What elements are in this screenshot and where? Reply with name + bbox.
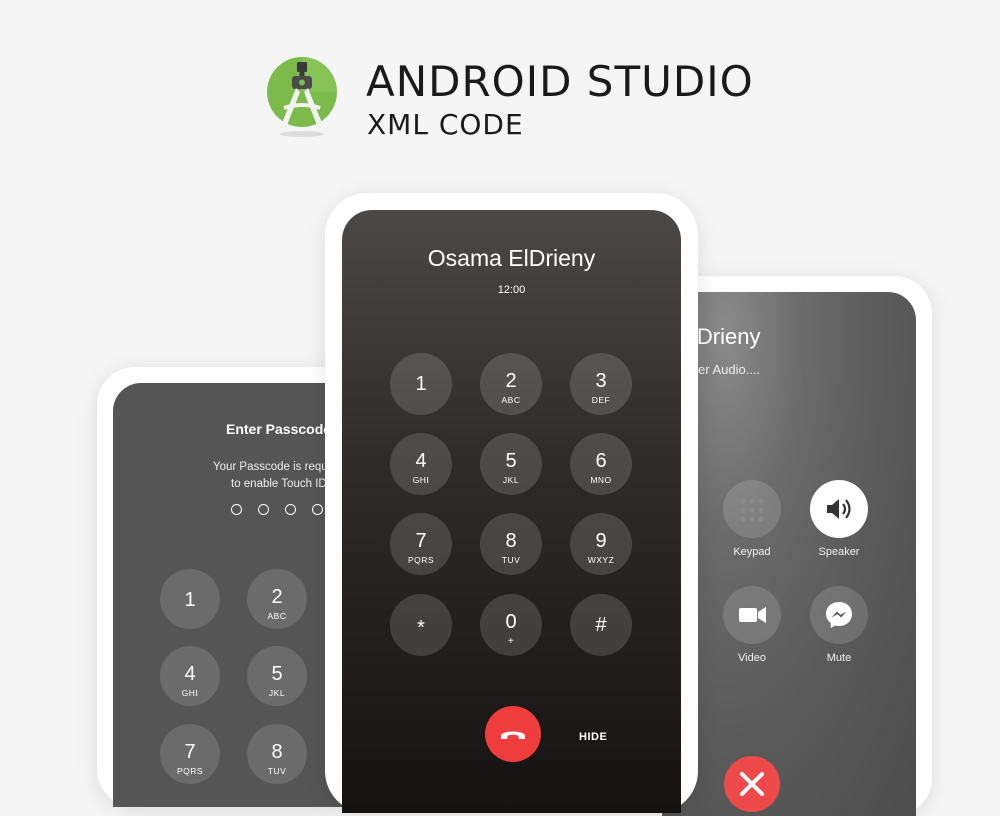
video-button[interactable]	[723, 586, 781, 644]
passcode-message-line2: to enable Touch ID	[231, 478, 327, 490]
dial-key-5[interactable]: 5 JKL	[480, 433, 542, 495]
dialer-screen: Osama ElDrieny 12:00 1 2 ABC 3 DEF 4 GHI…	[342, 210, 681, 813]
key-digit: 8	[271, 741, 283, 763]
passcode-key-1[interactable]: 1	[160, 569, 220, 629]
key-digit: 1	[415, 373, 427, 395]
speaker-icon	[827, 499, 851, 519]
passcode-dot	[312, 504, 323, 515]
passcode-title: Enter Passcode	[226, 421, 332, 437]
incall-caller-name: lDrieny	[692, 324, 761, 349]
dial-key-3[interactable]: 3 DEF	[570, 353, 632, 415]
android-studio-logo-icon	[267, 57, 337, 137]
dial-key-star[interactable]: *	[390, 594, 452, 656]
key-digit: 1	[184, 589, 196, 611]
key-digit: 2	[505, 370, 517, 392]
mute-button[interactable]	[810, 586, 868, 644]
passcode-key-5[interactable]: 5 JKL	[247, 646, 307, 706]
phone-hangup-icon	[501, 731, 525, 739]
passcode-key-2[interactable]: 2 ABC	[247, 569, 307, 629]
key-digit: *	[417, 617, 425, 639]
key-letters: +	[507, 636, 515, 647]
keypad-label: Keypad	[733, 546, 771, 558]
dial-key-1[interactable]: 1	[390, 353, 452, 415]
passcode-message-line1: Your Passcode is requi	[213, 461, 331, 473]
phone-passcode: Enter Passcode Your Passcode is requi to…	[97, 367, 357, 807]
dial-key-7[interactable]: 7 PQRS	[390, 513, 452, 575]
key-digit: 7	[415, 530, 427, 552]
speaker-button[interactable]	[810, 480, 868, 538]
key-digit: 8	[505, 530, 517, 552]
close-icon	[740, 772, 764, 796]
dial-key-4[interactable]: 4 GHI	[390, 433, 452, 495]
key-letters: DEF	[591, 395, 611, 405]
key-digit: 5	[271, 663, 283, 685]
incall-status: er Audio....	[698, 362, 761, 377]
key-letters: WXYZ	[587, 555, 615, 565]
mute-label: Mute	[826, 652, 852, 664]
keypad-icon	[740, 498, 764, 522]
video-label: Video	[738, 652, 766, 664]
key-digit: 0	[505, 611, 517, 633]
messenger-icon	[826, 602, 852, 628]
key-digit: 9	[595, 530, 607, 552]
phone-incall: lDrieny er Audio.... Keypad Speaker Vide…	[662, 276, 932, 816]
passcode-dot	[258, 504, 269, 515]
dialer-call-time: 12:00	[497, 284, 526, 296]
dial-key-6[interactable]: 6 MNO	[570, 433, 632, 495]
key-digit: 7	[184, 741, 196, 763]
passcode-key-8[interactable]: 8 TUV	[247, 724, 307, 784]
key-digit: 4	[184, 663, 196, 685]
key-letters: JKL	[268, 688, 286, 698]
passcode-key-4[interactable]: 4 GHI	[160, 646, 220, 706]
dial-key-2[interactable]: 2 ABC	[480, 353, 542, 415]
hide-button[interactable]: HIDE	[579, 731, 607, 743]
dial-key-9[interactable]: 9 WXYZ	[570, 513, 632, 575]
keypad-button[interactable]	[723, 480, 781, 538]
key-letters: MNO	[590, 475, 612, 485]
key-digit: 5	[505, 450, 517, 472]
incall-screen: lDrieny er Audio.... Keypad Speaker Vide…	[662, 292, 916, 816]
dialer-caller-name: Osama ElDrieny	[427, 245, 596, 271]
speaker-label: Speaker	[818, 546, 860, 558]
key-letters: ABC	[267, 611, 287, 621]
phone-dialer: Osama ElDrieny 12:00 1 2 ABC 3 DEF 4 GHI…	[325, 193, 698, 813]
key-letters: PQRS	[176, 766, 204, 776]
key-digit: 3	[595, 370, 607, 392]
page-title: ANDROID STUDIO	[366, 57, 754, 106]
dial-key-hash[interactable]: #	[570, 594, 632, 656]
passcode-screen: Enter Passcode Your Passcode is requi to…	[113, 383, 357, 807]
page-subtitle: XML CODE	[367, 108, 524, 141]
dial-key-8[interactable]: 8 TUV	[480, 513, 542, 575]
video-camera-icon	[739, 607, 766, 623]
key-letters: ABC	[501, 395, 521, 405]
passcode-key-7[interactable]: 7 PQRS	[160, 724, 220, 784]
key-letters: PQRS	[407, 555, 435, 565]
end-call-button[interactable]	[724, 756, 780, 812]
dial-key-0[interactable]: 0 +	[480, 594, 542, 656]
key-digit: #	[595, 614, 607, 636]
end-call-button[interactable]	[485, 706, 541, 762]
key-letters: TUV	[267, 766, 287, 776]
key-letters: JKL	[502, 475, 520, 485]
key-letters: TUV	[501, 555, 521, 565]
key-digit: 2	[271, 586, 283, 608]
key-digit: 4	[415, 450, 427, 472]
passcode-dot	[231, 504, 242, 515]
passcode-dot	[285, 504, 296, 515]
key-letters: GHI	[412, 475, 430, 485]
key-letters: GHI	[181, 688, 199, 698]
key-digit: 6	[595, 450, 607, 472]
